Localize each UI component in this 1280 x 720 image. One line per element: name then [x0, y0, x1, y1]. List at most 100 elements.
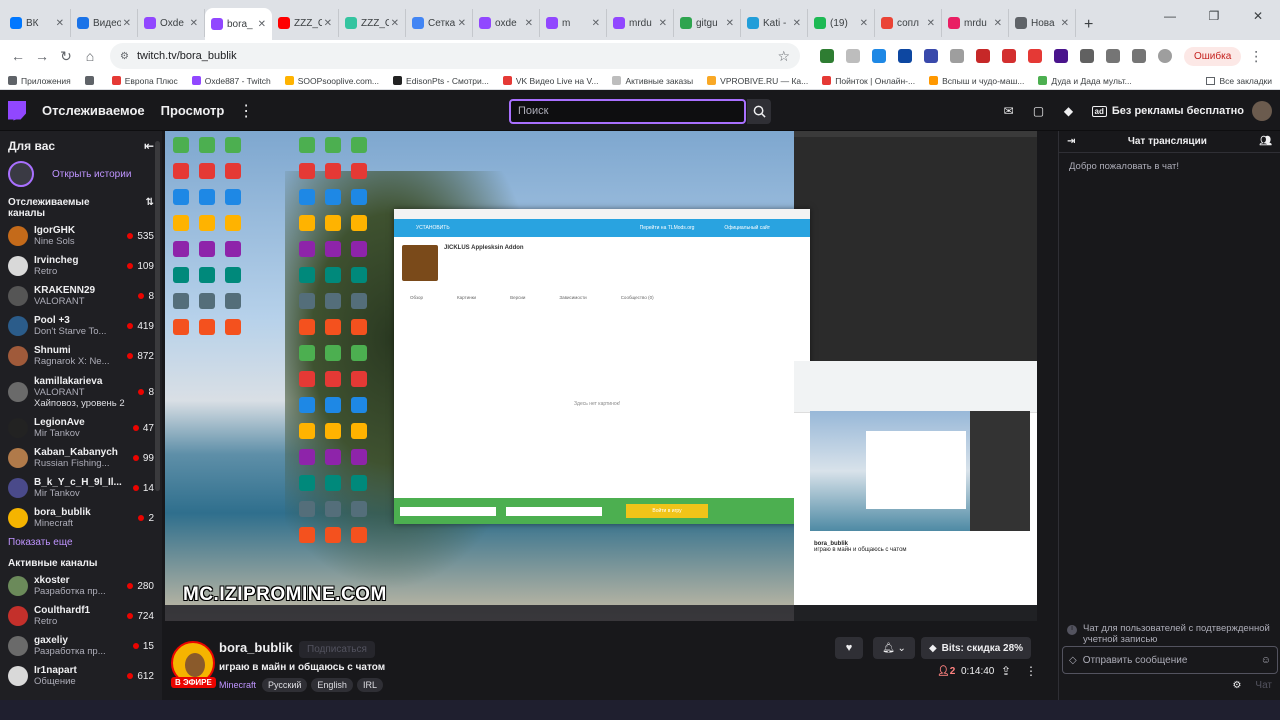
- tab-close-icon[interactable]: ✕: [324, 18, 332, 29]
- home-icon[interactable]: ⌂: [78, 48, 102, 64]
- sidebar-channel-shnumi[interactable]: Shnumi Ragnarok X: Ne... 872: [0, 341, 162, 371]
- bookmark-item[interactable]: Активные заказы: [612, 76, 693, 86]
- browser-tab[interactable]: Видео ✕: [71, 9, 138, 37]
- browser-tab[interactable]: mrdu ✕: [607, 9, 674, 37]
- bookmark-item[interactable]: VPROBIVE.RU — Ка...: [707, 76, 808, 86]
- nav-following[interactable]: Отслеживаемое: [42, 103, 145, 118]
- sidebar-channel-irvincheg[interactable]: Irvincheg Retro 109: [0, 251, 162, 281]
- sidebar-channel-kaban-kabanych[interactable]: Kaban_Kabanych Russian Fishing... 99: [0, 443, 162, 473]
- tab-close-icon[interactable]: ✕: [726, 18, 734, 29]
- extension-icon[interactable]: [1002, 49, 1016, 63]
- browser-tab[interactable]: ZZZ_C✕: [272, 9, 339, 37]
- sidebar-channel-kamillakarieva[interactable]: kamillakarieva VALORANT Хайповоз, уровень …: [0, 371, 162, 413]
- browser-tab[interactable]: oxde ✕: [473, 9, 540, 37]
- sidebar-channel-gaxeliy[interactable]: gaxeliy Разработка пр... 15: [0, 631, 162, 661]
- chat-users-icon[interactable]: 👥︎: [1259, 136, 1272, 147]
- browser-tab[interactable]: Нова ✕: [1009, 9, 1076, 37]
- tag[interactable]: English: [311, 678, 353, 692]
- bookmark-item[interactable]: Европа Плюс: [111, 76, 178, 86]
- bookmark-item[interactable]: Приложения: [8, 76, 71, 86]
- extension-icon[interactable]: [1028, 49, 1042, 63]
- maximize-icon[interactable]: ❐: [1192, 9, 1236, 23]
- search-input[interactable]: Поиск: [509, 99, 746, 124]
- back-icon[interactable]: ←: [6, 48, 30, 64]
- sort-icon[interactable]: ⇅: [146, 197, 154, 219]
- bookmark-star-icon[interactable]: ☆: [777, 48, 790, 65]
- browser-tab[interactable]: m ✕: [540, 9, 607, 37]
- sidebar-channel-ir1napart[interactable]: Ir1napart Общение 612: [0, 661, 162, 691]
- extension-icon[interactable]: [1080, 49, 1094, 63]
- bookmark-item[interactable]: Дуда и Дада мульт...: [1038, 76, 1132, 86]
- browser-tab[interactable]: Oxde ✕: [138, 9, 205, 37]
- stories-row[interactable]: Открыть истории: [0, 157, 162, 191]
- bookmark-item[interactable]: SOOPsooplive.com...: [284, 76, 379, 86]
- extension-icon[interactable]: [924, 49, 938, 63]
- tab-close-icon[interactable]: ✕: [123, 18, 131, 29]
- tab-close-icon[interactable]: ✕: [525, 18, 533, 29]
- bookmark-item[interactable]: Вспыш и чудо-маш...: [929, 76, 1024, 86]
- browser-tab[interactable]: bora_ ✕: [205, 8, 272, 40]
- tag[interactable]: Русский: [262, 678, 308, 692]
- chat-message-input[interactable]: ◇ Отправить сообщение ☺: [1062, 646, 1278, 674]
- notifications-button[interactable]: 🔔︎ ⌄: [873, 637, 915, 659]
- forward-icon[interactable]: →: [30, 48, 54, 64]
- sidebar-channel-pool-3[interactable]: Pool +3 Don't Starve To... 419: [0, 311, 162, 341]
- tab-close-icon[interactable]: ✕: [793, 18, 801, 29]
- downloads-icon[interactable]: [1132, 49, 1146, 63]
- tab-close-icon[interactable]: ✕: [592, 18, 600, 29]
- extension-icon[interactable]: [976, 49, 990, 63]
- sidebar-channel-krakenn29[interactable]: KRAKENN29 VALORANT 8: [0, 281, 162, 311]
- open-stories-link[interactable]: Открыть истории: [52, 169, 131, 180]
- tab-close-icon[interactable]: ✕: [860, 18, 868, 29]
- site-info-icon[interactable]: ⚙: [120, 51, 129, 62]
- browser-tab[interactable]: Сетка ✕: [406, 9, 473, 37]
- tab-close-icon[interactable]: ✕: [458, 18, 466, 29]
- sidebar-channel-legionave[interactable]: LegionAve Mir Tankov 47: [0, 413, 162, 443]
- chat-bits-icon[interactable]: ◇: [1069, 655, 1077, 666]
- extension-icon[interactable]: [1054, 49, 1068, 63]
- twitch-logo[interactable]: [8, 100, 26, 121]
- browser-error-button[interactable]: Ошибка: [1184, 46, 1242, 66]
- browser-tab[interactable]: Kati - ✕: [741, 9, 808, 37]
- sidebar-channel-b-k-y-c-h-9l-il-[interactable]: B_k_Y_c_H_9l_Il... Mir Tankov 14: [0, 473, 162, 503]
- extension-icon[interactable]: [898, 49, 912, 63]
- extension-icon[interactable]: [950, 49, 964, 63]
- whispers-icon[interactable]: ▢: [1030, 102, 1048, 120]
- video-player[interactable]: УСТАНОВИТЬ Перейти на TLMods.org Официал…: [165, 131, 1037, 621]
- chat-settings-icon[interactable]: ⚙: [1232, 680, 1241, 691]
- tag[interactable]: IRL: [356, 678, 383, 692]
- tab-close-icon[interactable]: ✕: [391, 18, 399, 29]
- sidebar-channel-bora-bublik[interactable]: bora_bublik Minecraft 2: [0, 503, 162, 533]
- all-bookmarks[interactable]: Все закладки: [1206, 76, 1280, 86]
- sidebar-channel-igorghk[interactable]: IgorGHK Nine Sols 535: [0, 221, 162, 251]
- streamer-name[interactable]: bora_bublik: [219, 640, 293, 655]
- minimize-icon[interactable]: —: [1148, 9, 1192, 23]
- tab-close-icon[interactable]: ✕: [659, 18, 667, 29]
- close-window-icon[interactable]: ✕: [1236, 9, 1280, 23]
- bits-icon[interactable]: ◆: [1060, 102, 1078, 120]
- collapse-sidebar-icon[interactable]: ⇤: [144, 139, 154, 153]
- emote-icon[interactable]: ☺: [1261, 655, 1271, 666]
- collapse-chat-icon[interactable]: ⇥: [1067, 136, 1075, 147]
- inbox-icon[interactable]: ✉: [1000, 102, 1018, 120]
- puzzle-icon[interactable]: [1106, 49, 1120, 63]
- tab-close-icon[interactable]: ✕: [56, 18, 64, 29]
- address-bar[interactable]: ⚙ twitch.tv/bora_bublik ☆: [110, 43, 800, 69]
- follow-button[interactable]: Подписаться: [299, 641, 375, 658]
- ad-free-button[interactable]: ad Без рекламы бесплатно: [1091, 105, 1244, 117]
- browser-tab[interactable]: mrdu ✕: [942, 9, 1009, 37]
- search-button[interactable]: [747, 99, 771, 124]
- bookmark-item[interactable]: [84, 76, 98, 85]
- tab-close-icon[interactable]: ✕: [1061, 18, 1069, 29]
- tab-close-icon[interactable]: ✕: [994, 18, 1002, 29]
- profile-icon[interactable]: [1158, 49, 1172, 63]
- more-options-icon[interactable]: ⋮: [1025, 664, 1037, 678]
- sidebar-channel-coulthardf1[interactable]: Coulthardf1 Retro 724: [0, 601, 162, 631]
- extension-icon[interactable]: [846, 49, 860, 63]
- game-link[interactable]: Minecraft: [219, 680, 256, 690]
- browser-tab[interactable]: gitgu ✕: [674, 9, 741, 37]
- sidebar-scrollbar[interactable]: [155, 141, 160, 491]
- bookmark-item[interactable]: EdisonPts - Смотри...: [393, 76, 489, 86]
- stories-avatar[interactable]: [8, 161, 34, 187]
- bookmark-item[interactable]: Oxde887 - Twitch: [191, 76, 271, 86]
